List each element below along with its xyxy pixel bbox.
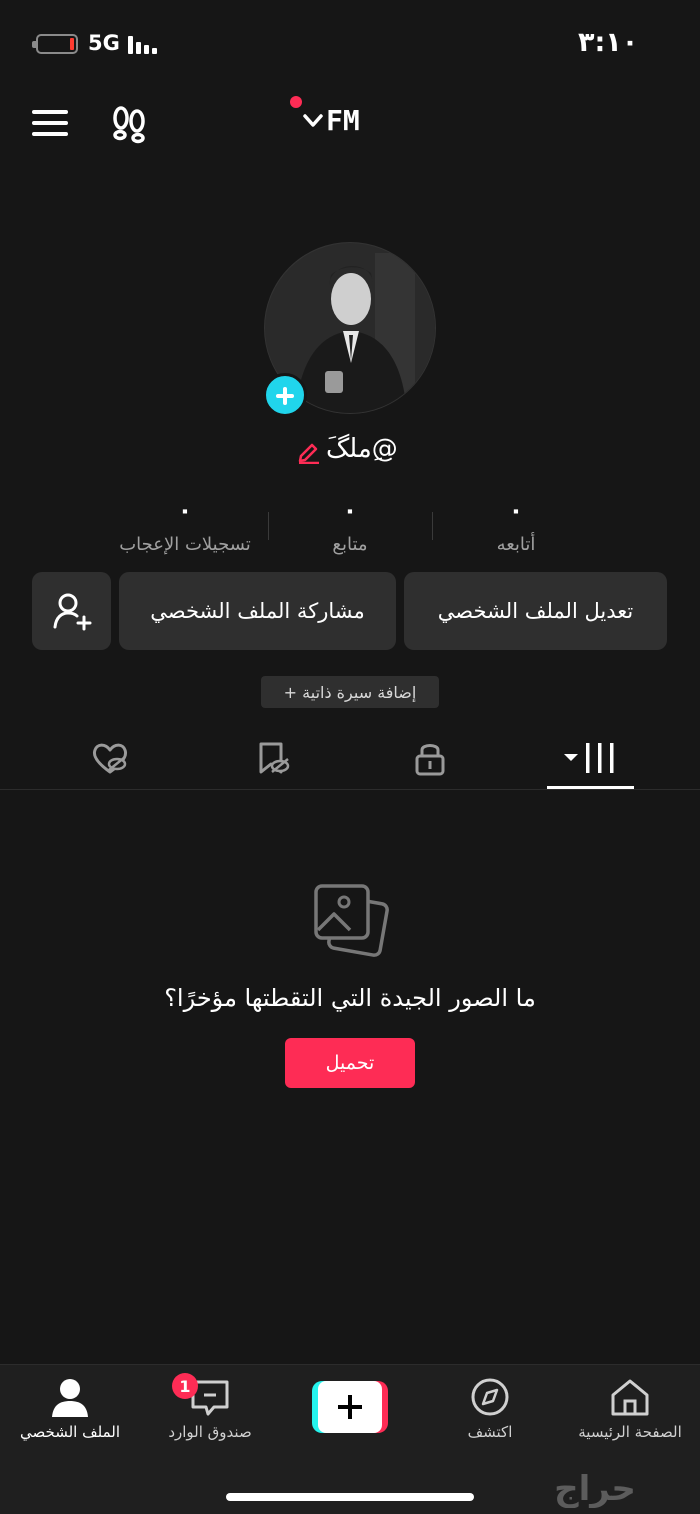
- tab-favorites[interactable]: [222, 730, 322, 786]
- videos-grid-icon: [564, 743, 614, 773]
- watermark-logo: حراج: [554, 1469, 636, 1508]
- username-row: @ِملگَ: [250, 432, 450, 472]
- username: @ِملگَ: [326, 434, 398, 464]
- likes-label: تسجيلات الإعجاب: [119, 534, 251, 555]
- home-icon: [611, 1379, 649, 1416]
- nav-discover[interactable]: اكتشف: [420, 1377, 560, 1457]
- signal-strength-icon: [128, 34, 160, 54]
- stat-following[interactable]: ٠ أتابعه: [436, 496, 596, 555]
- divider: [0, 789, 700, 790]
- nav-home-label: الصفحة الرئيسية: [578, 1423, 682, 1441]
- account-name: FM: [326, 104, 360, 137]
- tab-private[interactable]: [380, 730, 480, 786]
- followers-count: ٠: [342, 496, 358, 524]
- lock-icon: [415, 744, 445, 776]
- home-indicator[interactable]: [226, 1493, 474, 1501]
- favorites-hidden-icon: [259, 742, 290, 774]
- inbox-badge: 1: [172, 1373, 198, 1399]
- nav-profile-label: الملف الشخصي: [20, 1423, 120, 1441]
- nav-home[interactable]: الصفحة الرئيسية: [560, 1377, 700, 1457]
- add-bio-button[interactable]: + إضافة سيرة ذاتية: [261, 676, 439, 708]
- tab-liked[interactable]: [60, 730, 160, 786]
- status-time: ٣:١٠: [578, 27, 639, 58]
- add-avatar-button[interactable]: [263, 373, 307, 417]
- empty-state-message: ما الصور الجيدة التي التقطتها مؤخرًا؟: [164, 984, 536, 1012]
- nav-inbox-label: صندوق الوارد: [168, 1423, 252, 1441]
- edit-profile-button[interactable]: تعديل الملف الشخصي: [404, 572, 667, 650]
- followers-label: متابع: [332, 534, 368, 555]
- divider: [268, 512, 269, 540]
- status-bar: 5G ٣:١٠: [0, 0, 700, 90]
- edit-pencil-icon[interactable]: [296, 438, 322, 464]
- account-switcher[interactable]: FM: [290, 96, 390, 146]
- notification-dot: [290, 96, 302, 108]
- profile-icon: [52, 1379, 88, 1417]
- svg-text:حراج: حراج: [554, 1469, 636, 1508]
- stat-likes[interactable]: ٠ تسجيلات الإعجاب: [105, 496, 265, 555]
- stat-followers[interactable]: ٠ متابع: [270, 496, 430, 555]
- add-friend-button[interactable]: [32, 572, 111, 650]
- network-type: 5G: [88, 31, 120, 55]
- share-profile-button[interactable]: مشاركة الملف الشخصي: [119, 572, 396, 650]
- nav-profile[interactable]: الملف الشخصي: [0, 1377, 140, 1457]
- divider: [432, 512, 433, 540]
- compass-icon: [471, 1378, 509, 1416]
- battery-icon: [32, 34, 78, 54]
- add-friend-icon: [53, 593, 91, 631]
- chevron-down-icon: [303, 114, 323, 127]
- nav-inbox[interactable]: صندوق الوارد: [140, 1377, 280, 1457]
- following-count: ٠: [508, 496, 524, 524]
- photos-icon: [314, 884, 389, 957]
- upload-button[interactable]: تحميل: [285, 1038, 415, 1088]
- nav-discover-label: اكتشف: [467, 1423, 513, 1441]
- following-label: أتابعه: [496, 534, 536, 555]
- hamburger-menu-icon[interactable]: [32, 108, 68, 138]
- create-button[interactable]: [312, 1381, 388, 1433]
- footprints-icon[interactable]: [108, 104, 150, 144]
- liked-hidden-icon: [92, 743, 128, 774]
- tab-videos[interactable]: [540, 730, 640, 786]
- likes-count: ٠: [177, 496, 193, 524]
